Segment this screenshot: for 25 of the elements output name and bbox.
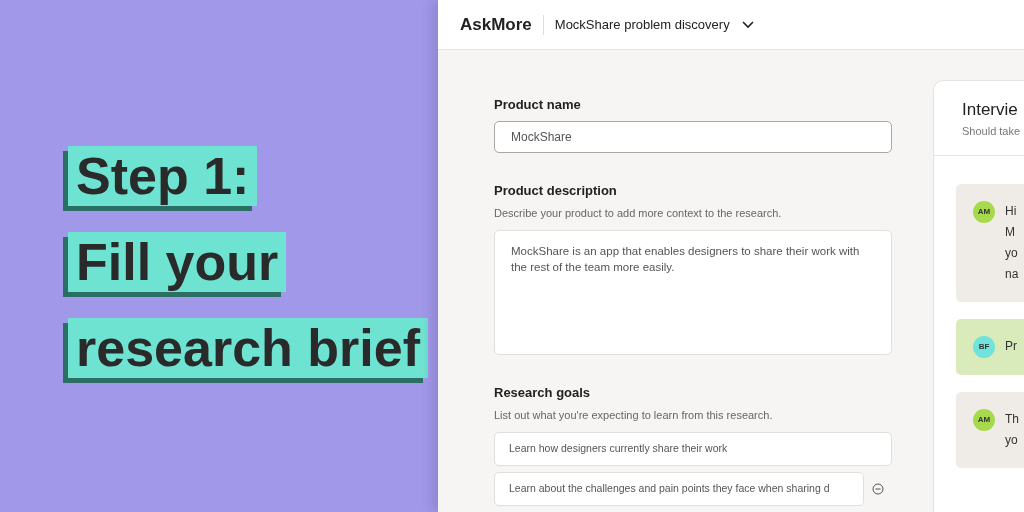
- field-label: Product name: [494, 96, 582, 114]
- message-text: Th: [1005, 411, 1019, 428]
- field-label: Product description: [494, 182, 618, 201]
- avatar: BF: [973, 336, 995, 358]
- project-dropdown[interactable]: MockShare problem discovery: [554, 14, 754, 35]
- card-title: Intervie: [962, 99, 1019, 121]
- card-subtitle: Should take: [962, 123, 1022, 139]
- message-text: M: [1005, 224, 1016, 241]
- field-hint: Describe your product to add more context to the research.: [494, 205, 783, 221]
- product-description-field[interactable]: MockShare is an app that enables designers to share their work with the rest of the team more easily.: [494, 230, 892, 355]
- avatar: AM: [973, 201, 995, 223]
- goal-field[interactable]: Learn about the challenges and pain points they face when sharing d: [494, 472, 864, 506]
- avatar: AM: [973, 409, 995, 431]
- chevron-down-icon: [741, 20, 754, 29]
- message-text: na: [1005, 266, 1019, 283]
- message-text: Hi: [1005, 203, 1018, 220]
- remove-icon[interactable]: [872, 483, 884, 495]
- goal-field[interactable]: Learn how designers currently share their work: [494, 432, 892, 466]
- product-name-field[interactable]: MockShare: [494, 120, 892, 154]
- field-label: Research goals: [494, 384, 592, 402]
- field-hint: List out what you're expecting to learn from this research.: [494, 407, 774, 423]
- message-text: yo: [1005, 432, 1019, 449]
- message-text: Pr: [1005, 338, 1017, 355]
- message-text: yo: [1005, 245, 1019, 262]
- app-logo: AskMore: [460, 13, 532, 36]
